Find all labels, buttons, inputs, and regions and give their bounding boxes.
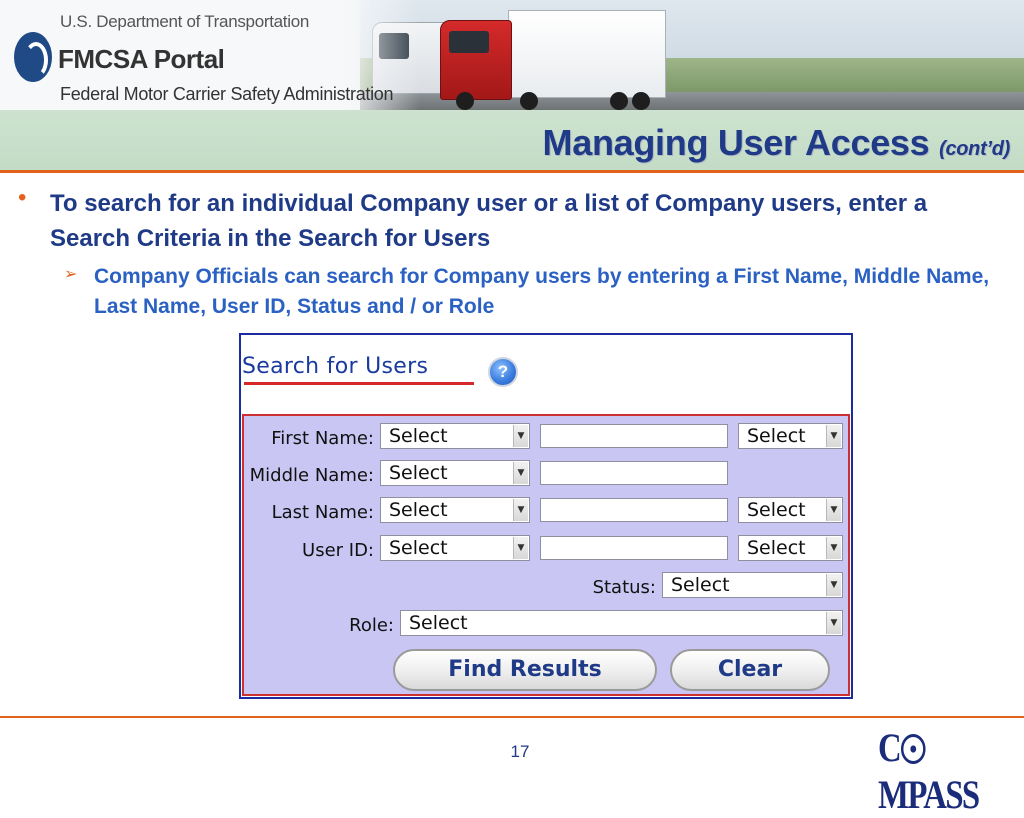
last-name-label: Last Name: bbox=[271, 502, 374, 523]
help-icon[interactable]: ? bbox=[488, 357, 518, 387]
wheel-icon bbox=[520, 92, 538, 110]
wheel-icon bbox=[610, 92, 628, 110]
last-name-input[interactable] bbox=[540, 498, 728, 522]
trailer-image bbox=[508, 10, 666, 98]
compass-logo: CMPASS bbox=[878, 725, 980, 817]
first-name-label: First Name: bbox=[271, 428, 374, 449]
status-label: Status: bbox=[592, 577, 656, 598]
middle-name-input[interactable] bbox=[540, 461, 728, 485]
wheel-icon bbox=[632, 92, 650, 110]
chevron-down-icon: ▼ bbox=[826, 574, 841, 596]
last-name-operator-select[interactable]: Select ▼ bbox=[380, 497, 530, 523]
user-id-connector-value: Select bbox=[747, 537, 806, 559]
user-id-operator-value: Select bbox=[389, 537, 448, 559]
user-id-operator-select[interactable]: Select ▼ bbox=[380, 535, 530, 561]
page-number: 17 bbox=[510, 742, 530, 761]
bullet-dot-icon: • bbox=[18, 184, 27, 211]
last-name-operator-value: Select bbox=[389, 499, 448, 521]
slide-title-main: Managing User Access bbox=[542, 122, 930, 163]
status-select[interactable]: Select ▼ bbox=[662, 572, 843, 598]
title-divider bbox=[0, 170, 1024, 173]
role-value: Select bbox=[409, 612, 468, 634]
role-label: Role: bbox=[349, 615, 394, 636]
clear-button[interactable]: Clear bbox=[670, 649, 830, 691]
middle-name-operator-value: Select bbox=[389, 462, 448, 484]
first-name-operator-select[interactable]: Select ▼ bbox=[380, 423, 530, 449]
chevron-down-icon: ▼ bbox=[826, 425, 841, 447]
last-name-connector-select[interactable]: Select ▼ bbox=[738, 497, 843, 523]
user-id-connector-select[interactable]: Select ▼ bbox=[738, 535, 843, 561]
truck-image bbox=[440, 20, 512, 100]
status-value: Select bbox=[671, 574, 730, 596]
chevron-down-icon: ▼ bbox=[513, 537, 528, 559]
middle-name-label: Middle Name: bbox=[249, 465, 374, 486]
department-name: U.S. Department of Transportation bbox=[60, 12, 310, 31]
middle-name-operator-select[interactable]: Select ▼ bbox=[380, 460, 530, 486]
slide-title: Managing User Access (cont’d) bbox=[542, 122, 1011, 164]
bullet-text-1: To search for an individual Company user… bbox=[50, 190, 928, 252]
chevron-down-icon: ▼ bbox=[826, 499, 841, 521]
bullet-arrow-icon: ➢ bbox=[64, 266, 78, 283]
title-underline bbox=[244, 382, 474, 385]
chevron-down-icon: ▼ bbox=[826, 612, 841, 634]
portal-name: FMCSA Portal bbox=[58, 44, 225, 74]
dot-logo-icon bbox=[14, 32, 52, 82]
role-select[interactable]: Select ▼ bbox=[400, 610, 843, 636]
header-banner: U.S. Department of Transportation FMCSA … bbox=[0, 0, 1024, 110]
search-users-screenshot: Search for Users ? First Name: Select ▼ … bbox=[239, 333, 853, 699]
first-name-input[interactable] bbox=[540, 424, 728, 448]
chevron-down-icon: ▼ bbox=[826, 537, 841, 559]
agency-name: Federal Motor Carrier Safety Administrat… bbox=[60, 84, 394, 104]
chevron-down-icon: ▼ bbox=[513, 425, 528, 447]
chevron-down-icon: ▼ bbox=[513, 499, 528, 521]
find-results-button[interactable]: Find Results bbox=[393, 649, 657, 691]
wheel-icon bbox=[456, 92, 474, 110]
first-name-operator-value: Select bbox=[389, 425, 448, 447]
footer-divider bbox=[0, 716, 1024, 718]
chevron-down-icon: ▼ bbox=[513, 462, 528, 484]
compass-wheel-icon bbox=[900, 734, 926, 764]
last-name-connector-value: Select bbox=[747, 499, 806, 521]
user-id-input[interactable] bbox=[540, 536, 728, 560]
search-criteria-panel: First Name: Select ▼ Select ▼ Middle Nam… bbox=[242, 414, 850, 696]
search-users-title: Search for Users bbox=[242, 354, 429, 379]
first-name-connector-value: Select bbox=[747, 425, 806, 447]
first-name-connector-select[interactable]: Select ▼ bbox=[738, 423, 843, 449]
slide-title-suffix: (cont’d) bbox=[939, 138, 1010, 160]
bullet-text-2: Company Officials can search for Company… bbox=[94, 265, 990, 318]
user-id-label: User ID: bbox=[302, 540, 374, 561]
